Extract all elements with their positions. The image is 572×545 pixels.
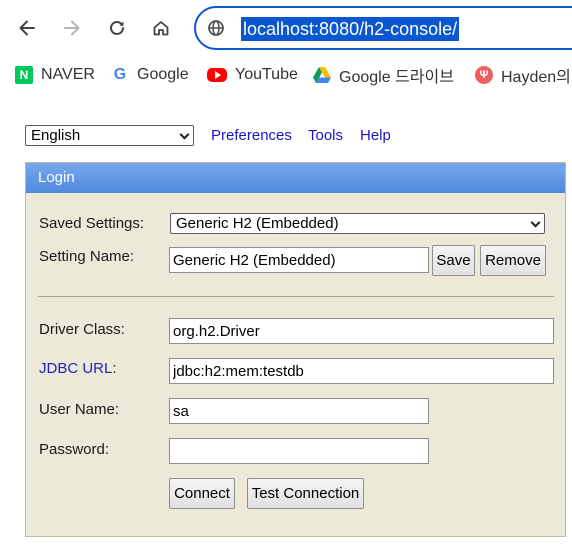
language-value: English — [31, 127, 81, 144]
google-icon: G — [113, 66, 127, 83]
home-icon — [153, 21, 169, 36]
jdbc-url-label-row: JDBC URL: — [39, 360, 117, 377]
hayden-icon: Ψ — [475, 66, 493, 84]
bookmark-label: YouTube — [235, 66, 298, 83]
site-info-icon[interactable] — [206, 18, 226, 38]
jdbc-url-input[interactable] — [169, 358, 554, 384]
naver-icon: N — [15, 66, 33, 84]
tools-link[interactable]: Tools — [308, 127, 343, 144]
password-label: Password: — [39, 441, 110, 458]
forward-arrow-icon — [64, 20, 80, 36]
bookmark-google-drive[interactable]: Google 드라이브 — [313, 60, 454, 90]
bookmark-label: Google 드라이브 — [339, 69, 454, 86]
login-panel: Login Saved Settings: Generic H2 (Embedd… — [25, 162, 566, 537]
forward-button[interactable] — [56, 12, 88, 44]
language-select[interactable]: English — [25, 125, 194, 146]
chevron-down-icon — [530, 217, 541, 228]
address-bar[interactable]: localhost:8080/h2-console/ — [194, 6, 572, 50]
setting-name-input[interactable] — [169, 247, 429, 273]
globe-icon — [208, 20, 224, 36]
google-drive-icon — [313, 66, 331, 84]
chevron-down-icon — [179, 129, 190, 140]
bookmark-label: Hayden의 — [501, 69, 571, 86]
remove-button[interactable]: Remove — [480, 245, 546, 276]
browser-toolbar: localhost:8080/h2-console/ — [0, 0, 572, 56]
home-button[interactable] — [145, 12, 177, 44]
bookmarks-bar: N NAVER G Google YouTube Google 드라이브 Ψ H… — [0, 60, 572, 90]
saved-settings-select[interactable]: Generic H2 (Embedded) — [170, 213, 545, 234]
reload-button[interactable] — [101, 12, 133, 44]
bookmark-label: NAVER — [41, 66, 95, 83]
user-name-label: User Name: — [39, 401, 120, 418]
user-name-input[interactable] — [169, 398, 429, 424]
divider — [38, 296, 554, 297]
connect-button[interactable]: Connect — [169, 478, 235, 509]
preferences-link[interactable]: Preferences — [211, 127, 292, 144]
bookmark-youtube[interactable]: YouTube — [207, 60, 298, 90]
help-link[interactable]: Help — [360, 127, 391, 144]
back-button[interactable] — [11, 12, 43, 44]
saved-settings-value: Generic H2 (Embedded) — [176, 215, 339, 232]
bookmark-label: Google — [137, 66, 189, 83]
back-arrow-icon — [19, 20, 35, 36]
setting-name-label: Setting Name: — [39, 248, 135, 265]
saved-settings-label: Saved Settings: — [39, 215, 145, 232]
password-input[interactable] — [169, 438, 429, 464]
test-connection-button[interactable]: Test Connection — [247, 478, 364, 509]
jdbc-url-colon: : — [112, 360, 117, 377]
save-button[interactable]: Save — [432, 245, 475, 276]
youtube-icon — [207, 68, 227, 82]
reload-icon — [110, 21, 124, 35]
bookmark-naver[interactable]: N NAVER — [15, 60, 95, 90]
login-header: Login — [26, 163, 565, 193]
jdbc-url-link[interactable]: JDBC URL — [39, 360, 112, 377]
bookmark-google[interactable]: G Google — [111, 60, 189, 90]
driver-class-input[interactable] — [169, 318, 554, 344]
bookmark-hayden[interactable]: Ψ Hayden의 — [475, 60, 571, 90]
url-text[interactable]: localhost:8080/h2-console/ — [241, 17, 460, 41]
driver-class-label: Driver Class: — [39, 321, 125, 338]
